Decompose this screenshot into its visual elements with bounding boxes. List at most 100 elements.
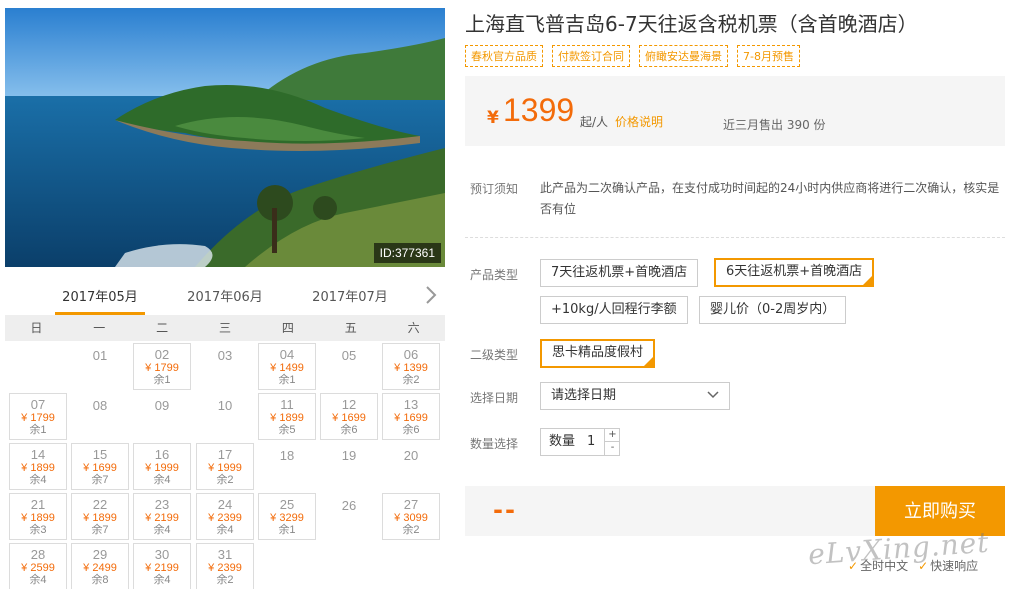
day-number: 01: [92, 348, 108, 363]
calendar-day-cell[interactable]: 24 ¥ 2399 余4: [196, 493, 254, 540]
calendar-day-cell[interactable]: 23 ¥ 2199 余4: [133, 493, 191, 540]
day-price: ¥ 1499: [270, 362, 304, 374]
calendar-day-cell[interactable]: 13 ¥ 1699 余6: [382, 393, 440, 440]
check-icon: ✓: [848, 559, 859, 573]
calendar-day-cell[interactable]: 25 ¥ 3299 余1: [258, 493, 316, 540]
calendar-day-cell[interactable]: 12 ¥ 1699 余6: [320, 393, 378, 440]
day-price: ¥ 1799: [21, 412, 55, 424]
day-remaining: 余1: [29, 424, 47, 436]
service-badges: ✓ 全时中文 ✓ 快速响应: [848, 557, 978, 574]
calendar-day-cell: 03: [196, 343, 254, 390]
badge-label: 快速响应: [930, 559, 979, 573]
day-price: ¥ 1999: [145, 462, 179, 474]
calendar-month-tabs: 2017年05月 2017年06月 2017年07月: [5, 278, 445, 315]
day-number: 10: [217, 398, 233, 413]
day-number: 25: [279, 497, 295, 512]
calendar-day-cell: 10: [196, 393, 254, 440]
chevron-right-icon[interactable]: [423, 284, 439, 306]
day-remaining: 余4: [153, 574, 171, 586]
day-number: 04: [279, 347, 295, 362]
calendar-day-cell[interactable]: 22 ¥ 1899 余7: [71, 493, 129, 540]
day-remaining: 余4: [153, 524, 171, 536]
day-number: 28: [30, 547, 46, 562]
calendar-day-cell[interactable]: 17 ¥ 1999 余2: [196, 443, 254, 490]
price-unit: 起/人: [580, 115, 609, 129]
calendar-day-cell[interactable]: 31 ¥ 2399 余2: [196, 543, 254, 589]
date-select[interactable]: 请选择日期: [540, 382, 730, 410]
calendar-day-cell[interactable]: 28 ¥ 2599 余4: [9, 543, 67, 589]
calendar-day-cell: 08: [71, 393, 129, 440]
product-photo: ID:377361: [5, 8, 445, 267]
day-remaining: 余8: [91, 574, 109, 586]
day-number: 17: [217, 447, 233, 462]
day-remaining: 余2: [402, 374, 420, 386]
calendar-day-cell[interactable]: 21 ¥ 1899 余3: [9, 493, 67, 540]
day-remaining: 余4: [29, 474, 47, 486]
calendar-day-cell[interactable]: 04 ¥ 1499 余1: [258, 343, 316, 390]
badge-fast: ✓ 快速响应: [918, 557, 978, 574]
calendar-day-cell[interactable]: 15 ¥ 1699 余7: [71, 443, 129, 490]
tab-month-may[interactable]: 2017年05月: [55, 286, 145, 315]
calendar-day-cell: 05: [320, 343, 378, 390]
day-remaining: 余7: [91, 524, 109, 536]
day-number: 26: [341, 498, 357, 513]
day-price: ¥ 1399: [394, 362, 428, 374]
day-price: ¥ 2199: [145, 562, 179, 574]
price-note-link[interactable]: 价格说明: [615, 113, 663, 130]
price-amount: 1399: [503, 92, 575, 128]
day-remaining: 余4: [153, 474, 171, 486]
calendar-day-cell[interactable]: 06 ¥ 1399 余2: [382, 343, 440, 390]
day-number: 11: [280, 397, 294, 412]
calendar-day-cell[interactable]: 11 ¥ 1899 余5: [258, 393, 316, 440]
subtype-option-resort[interactable]: 思卡精品度假村: [540, 339, 656, 368]
quantity-value[interactable]: 1: [587, 429, 595, 455]
calendar-day-cell[interactable]: 14 ¥ 1899 余4: [9, 443, 67, 490]
day-number: 08: [92, 398, 108, 413]
calendar-weekday-header: 日 一 二 三 四 五 六: [5, 315, 445, 341]
check-icon: ✓: [918, 559, 929, 573]
tab-month-june[interactable]: 2017年06月: [180, 286, 270, 315]
divider: [465, 237, 1005, 238]
type-option-7day[interactable]: 7天往返机票+首晚酒店: [540, 259, 699, 287]
type-option-infant[interactable]: 婴儿价（0-2周岁内）: [699, 296, 847, 324]
day-number: 30: [154, 547, 170, 562]
day-number: 05: [341, 348, 357, 363]
calendar-day-cell[interactable]: 30 ¥ 2199 余4: [133, 543, 191, 589]
day-price: ¥ 1899: [83, 512, 117, 524]
day-number: 27: [403, 497, 419, 512]
calendar-day-cell: 18: [258, 443, 316, 490]
price-panel: ¥ 1399 起/人 价格说明 近三月售出 390 份: [465, 76, 1005, 146]
feature-tag: 付款签订合同: [552, 45, 630, 67]
day-number: 13: [403, 397, 419, 412]
subtype-label: 二级类型: [470, 348, 519, 362]
buy-bar: -- 立即购买: [465, 486, 1005, 536]
weekday-label: 日: [30, 321, 43, 335]
currency-symbol: ¥: [487, 108, 499, 128]
quantity-plus-button[interactable]: +: [604, 429, 620, 442]
day-remaining: 余6: [402, 424, 420, 436]
day-price: ¥ 3099: [394, 512, 428, 524]
calendar-day-cell[interactable]: 16 ¥ 1999 余4: [133, 443, 191, 490]
feature-tag: 春秋官方品质: [465, 45, 543, 67]
island-photo-image: [5, 8, 445, 267]
day-number: 19: [341, 448, 357, 463]
day-remaining: 余1: [278, 524, 296, 536]
day-remaining: 余1: [153, 374, 171, 386]
day-remaining: 余7: [91, 474, 109, 486]
type-option-6day[interactable]: 6天往返机票+首晚酒店: [714, 258, 875, 287]
tab-month-july[interactable]: 2017年07月: [305, 286, 395, 315]
date-select-value: 请选择日期: [551, 388, 617, 403]
weekday-label: 六: [407, 321, 420, 335]
day-price: ¥ 2199: [145, 512, 179, 524]
type-option-luggage[interactable]: +10kg/人回程行李额: [540, 296, 688, 324]
calendar-day-cell[interactable]: 29 ¥ 2499 余8: [71, 543, 129, 589]
calendar-day-cell[interactable]: 27 ¥ 3099 余2: [382, 493, 440, 540]
day-price: ¥ 1899: [21, 462, 55, 474]
product-title: 上海直飞普吉岛6-7天往返含税机票（含首晚酒店）: [465, 12, 918, 36]
calendar-day-cell[interactable]: 07 ¥ 1799 余1: [9, 393, 67, 440]
weekday-label: 五: [344, 321, 357, 335]
option-label: 婴儿价（0-2周岁内）: [710, 302, 836, 317]
calendar-day-cell[interactable]: 02 ¥ 1799 余1: [133, 343, 191, 390]
quantity-minus-button[interactable]: -: [604, 442, 620, 455]
day-price: ¥ 1699: [394, 412, 428, 424]
